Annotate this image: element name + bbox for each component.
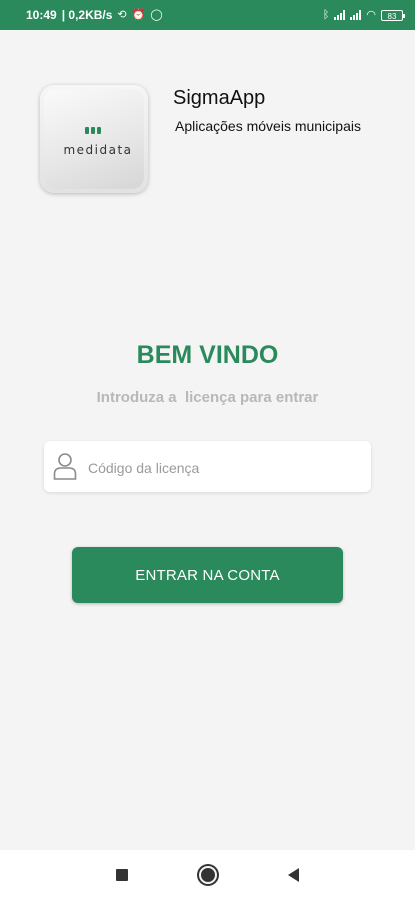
license-input[interactable] (86, 441, 360, 494)
back-icon[interactable] (278, 860, 308, 890)
status-bar: 10:49 | 0,2KB/s ⟲ ⏰ ◯ ᛒ ◠ 83 (0, 0, 415, 30)
alarm-icon: ⏰ (131, 8, 146, 21)
logo-mark-icon (85, 127, 101, 134)
home-icon[interactable] (193, 860, 223, 890)
status-time: 10:49 (26, 8, 57, 22)
wifi-icon: ◠ (366, 8, 376, 21)
user-icon (53, 453, 77, 480)
app-logo: medidata (40, 85, 148, 193)
welcome-instruction: Introduza a licença para entrar (96, 389, 319, 406)
signal-icon (350, 10, 362, 20)
status-bar-right: ᛒ ◠ 83 (322, 8, 405, 21)
bluetooth-icon: ᛒ (322, 8, 330, 21)
status-network-speed: | 0,2KB/s (61, 8, 113, 22)
system-nav-bar (0, 850, 415, 900)
whatsapp-icon: ◯ (150, 8, 163, 21)
sync-off-icon: ⟲ (117, 8, 127, 21)
battery-icon: 83 (381, 9, 405, 21)
signal-icon (334, 10, 346, 20)
license-field[interactable] (44, 441, 371, 494)
logo-text: medidata (63, 143, 133, 157)
welcome-title: BEM VINDO (136, 341, 279, 369)
app-title: SigmaApp (173, 87, 266, 109)
app-subtitle: Aplicações móveis municipais (175, 118, 361, 134)
logo-inner: medidata (44, 89, 144, 189)
recents-icon[interactable] (107, 860, 137, 890)
status-bar-left: 10:49 | 0,2KB/s ⟲ ⏰ ◯ (26, 8, 163, 22)
enter-account-button[interactable]: ENTRAR NA CONTA (72, 547, 343, 603)
